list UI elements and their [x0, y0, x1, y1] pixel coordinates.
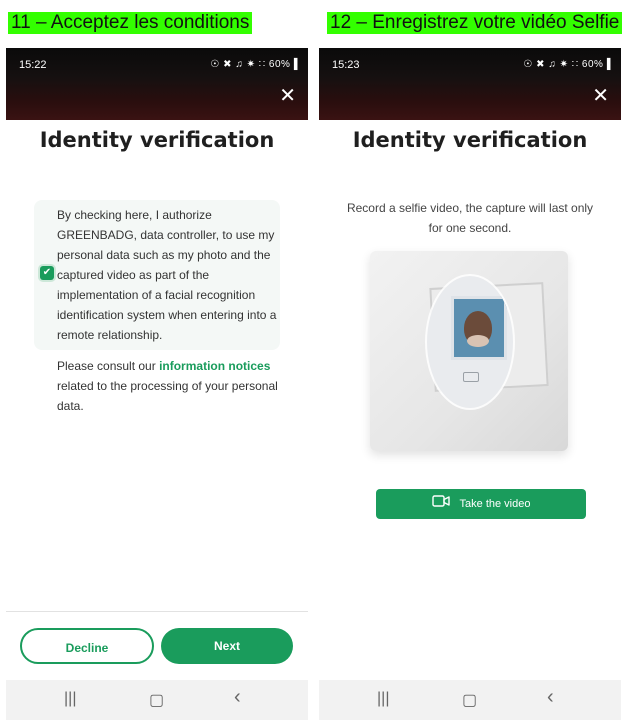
step-label-12: 12 – Enregistrez votre vidéo Selfie — [327, 12, 623, 34]
consent-checkbox[interactable]: ✔ — [40, 266, 54, 280]
home-icon[interactable]: ▢ — [462, 690, 477, 710]
footer-divider — [6, 611, 308, 612]
phone-screen-consent: 15:22 ☉ ✖ ♫ ✷ ∷ 60%▐ ✕ Identity verifica… — [6, 48, 308, 720]
consent-text: By checking here, I authorize GREENBADG,… — [57, 208, 277, 342]
close-icon[interactable]: ✕ — [592, 86, 609, 106]
status-icons: ☉ ✖ ♫ ✷ ∷ 60%▐ — [523, 59, 611, 70]
back-icon[interactable]: ‹ — [547, 686, 554, 709]
notice-prefix: Please consult our — [57, 359, 160, 373]
step-label-11: 11 – Acceptez les conditions — [8, 12, 253, 34]
recents-icon[interactable]: ||| — [64, 690, 76, 708]
status-bar: 15:23 ☉ ✖ ♫ ✷ ∷ 60%▐ ✕ — [319, 48, 621, 120]
painting-in-view — [451, 296, 507, 360]
home-icon[interactable]: ▢ — [149, 690, 164, 710]
consent-box: ✔ By checking here, I authorize GREENBAD… — [34, 200, 280, 350]
label-in-view — [463, 372, 479, 382]
status-bar: 15:22 ☉ ✖ ♫ ✷ ∷ 60%▐ ✕ — [6, 48, 308, 120]
back-icon[interactable]: ‹ — [234, 686, 241, 709]
system-nav-bar: ||| ▢ ‹ — [319, 680, 621, 720]
checkbox-checked-icon: ✔ — [42, 267, 52, 278]
face-oval-guide — [427, 276, 513, 408]
close-icon[interactable]: ✕ — [279, 86, 296, 106]
information-notices-link[interactable]: information notices — [159, 359, 270, 373]
video-camera-icon — [431, 489, 450, 519]
next-button[interactable]: Next — [161, 628, 293, 664]
notice-suffix: related to the processing of your person… — [57, 379, 278, 413]
cow-muzzle — [467, 335, 489, 347]
phone-screen-selfie: 15:23 ☉ ✖ ♫ ✷ ∷ 60%▐ ✕ Identity verifica… — [319, 48, 621, 720]
camera-preview — [370, 251, 568, 451]
page-title: Identity verification — [352, 128, 588, 152]
decline-button[interactable]: Decline — [20, 628, 154, 664]
status-time: 15:22 — [19, 59, 47, 71]
system-nav-bar: ||| ▢ ‹ — [6, 680, 308, 720]
selfie-instructions: Record a selfie video, the capture will … — [346, 201, 594, 235]
status-icons: ☉ ✖ ♫ ✷ ∷ 60%▐ — [210, 59, 298, 70]
privacy-notice: Please consult our information notices r… — [57, 356, 285, 416]
status-time: 15:23 — [332, 59, 360, 71]
page-title: Identity verification — [39, 128, 275, 152]
take-video-button[interactable]: Take the video — [376, 489, 586, 519]
recents-icon[interactable]: ||| — [377, 690, 389, 708]
take-video-label: Take the video — [459, 498, 531, 510]
